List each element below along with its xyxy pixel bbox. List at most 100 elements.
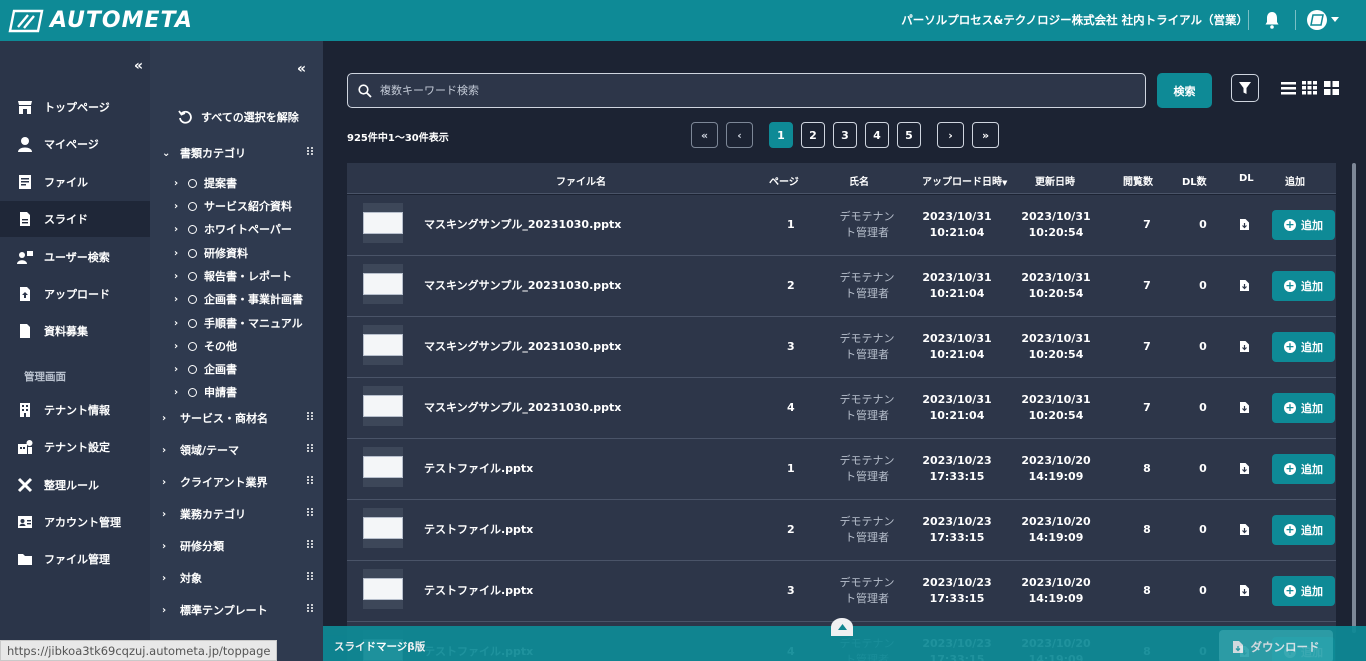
sidebar-item-file[interactable]: ファイル [0,164,150,200]
add-button[interactable]: + 追加 [1272,576,1335,606]
slide-thumbnail[interactable] [363,334,403,356]
table-row[interactable]: テストファイル.pptx 3 デモテナン ト管理者 2023/10/23 17:33:15… [347,561,1336,622]
radio[interactable] [188,271,197,281]
download-icon[interactable] [1240,219,1249,230]
first-page-button[interactable]: « [691,122,718,148]
doc-type-item[interactable]: › ホワイトペーパー [174,221,292,237]
drag-handle-icon[interactable] [306,411,314,421]
drag-handle-icon[interactable] [306,603,314,613]
bell-icon[interactable] [1264,11,1280,29]
sidebar-item-tenant-settings[interactable]: テナント設定 [0,429,150,465]
slide-thumbnail[interactable] [363,578,403,600]
row-filename[interactable]: テストファイル.pptx [424,583,533,599]
category-template[interactable]: › 標準テンプレート [162,602,314,618]
sidebar-item-accounts[interactable]: アカウント管理 [0,504,150,540]
col-uploaded[interactable]: アップロード日時▼ [922,173,1007,188]
doc-type-item[interactable]: › その他 [174,338,237,354]
row-filename[interactable]: マスキングサンプル_20231030.pptx [424,339,621,355]
prev-page-button[interactable]: ‹ [726,122,753,148]
download-icon[interactable] [1240,585,1249,596]
sidebar-item-user-search[interactable]: ユーザー検索 [0,239,150,275]
category-theme[interactable]: › 領域/テーマ [162,442,314,458]
drag-handle-icon[interactable] [306,443,314,453]
doc-type-item[interactable]: › 企画書・事業計画書 [174,291,303,307]
sidebar-item-mypage[interactable]: マイページ [0,126,150,162]
row-filename[interactable]: テストファイル.pptx [424,522,533,538]
row-filename[interactable]: テストファイル.pptx [424,461,533,477]
drag-handle-icon[interactable] [306,475,314,485]
row-filename[interactable]: マスキングサンプル_20231030.pptx [424,217,621,233]
slide-thumbnail[interactable] [363,517,403,539]
add-button[interactable]: + 追加 [1272,332,1335,362]
radio[interactable] [188,318,197,328]
list-view-icon[interactable] [1281,81,1296,95]
clear-all-button[interactable]: すべての選択を解除 [178,109,299,125]
page-button[interactable]: 3 [833,122,857,148]
download-icon[interactable] [1240,402,1249,413]
slide-thumbnail[interactable] [363,212,403,234]
download-button[interactable]: ダウンロード [1219,630,1333,661]
page-button[interactable]: 5 [897,122,921,148]
logo[interactable]: AUTOMETA [8,8,193,33]
slide-thumbnail[interactable] [363,273,403,295]
category-business[interactable]: › 業務カテゴリ [162,506,314,522]
add-button[interactable]: + 追加 [1272,210,1335,240]
sidebar-item-upload[interactable]: アップロード [0,276,150,312]
chevron-down-icon[interactable] [1331,17,1339,22]
drag-handle-icon[interactable] [306,146,314,156]
sidebar-item-top[interactable]: トップページ [0,89,150,125]
next-page-button[interactable]: › [937,122,964,148]
sidebar-item-rules[interactable]: 整理ルール [0,467,150,503]
doc-type-item[interactable]: › 企画書 [174,361,237,377]
filter-collapse-button[interactable]: « [297,61,306,77]
download-icon[interactable] [1240,463,1249,474]
sidebar-item-tenant-info[interactable]: テナント情報 [0,392,150,428]
page-button[interactable]: 1 [769,122,793,148]
category-industry[interactable]: › クライアント業界 [162,474,314,490]
search-button[interactable]: 検索 [1157,73,1212,108]
table-row[interactable]: テストファイル.pptx 2 デモテナン ト管理者 2023/10/23 17:33:15… [347,500,1336,561]
row-filename[interactable]: マスキングサンプル_20231030.pptx [424,278,621,294]
add-button[interactable]: + 追加 [1272,515,1335,545]
filter-button[interactable] [1231,74,1259,102]
grid-view-icon[interactable] [1302,81,1317,95]
table-row[interactable]: マスキングサンプル_20231030.pptx 2 デモテナン ト管理者 2023/10… [347,256,1336,317]
table-row[interactable]: テストファイル.pptx 1 デモテナン ト管理者 2023/10/23 17:33:15… [347,439,1336,500]
add-button[interactable]: + 追加 [1272,454,1335,484]
table-row[interactable]: マスキングサンプル_20231030.pptx 3 デモテナン ト管理者 2023/10… [347,317,1336,378]
sidebar-item-recruit[interactable]: 資料募集 [0,313,150,349]
search-input[interactable] [380,84,1120,97]
add-button[interactable]: + 追加 [1272,271,1335,301]
page-button[interactable]: 4 [865,122,889,148]
last-page-button[interactable]: » [972,122,999,148]
category-training[interactable]: › 研修分類 [162,538,314,554]
download-icon[interactable] [1240,341,1249,352]
slide-thumbnail[interactable] [363,395,403,417]
doc-type-item[interactable]: › 研修資料 [174,245,248,261]
radio[interactable] [188,341,197,351]
download-icon[interactable] [1240,524,1249,535]
merge-bar-toggle[interactable] [831,618,853,636]
radio[interactable] [188,178,197,188]
table-row[interactable]: マスキングサンプル_20231030.pptx 1 デモテナン ト管理者 2023/10… [347,195,1336,256]
drag-handle-icon[interactable] [306,507,314,517]
doc-type-item[interactable]: › サービス紹介資料 [174,198,292,214]
tile-view-icon[interactable] [1324,81,1339,95]
add-button[interactable]: + 追加 [1272,393,1335,423]
sidebar-collapse-button[interactable]: « [134,58,143,74]
radio[interactable] [188,387,197,397]
scrollbar[interactable] [1352,163,1356,633]
slide-thumbnail[interactable] [363,456,403,478]
radio[interactable] [188,201,197,211]
sidebar-item-slide[interactable]: スライド [0,201,150,237]
category-doc-type[interactable]: ⌄ 書類カテゴリ [162,145,314,161]
avatar[interactable] [1307,10,1327,30]
category-service[interactable]: › サービス・商材名 [162,410,314,426]
category-target[interactable]: › 対象 [162,570,314,586]
radio[interactable] [188,224,197,234]
radio[interactable] [188,294,197,304]
doc-type-item[interactable]: › 申請書 [174,384,237,400]
row-filename[interactable]: マスキングサンプル_20231030.pptx [424,400,621,416]
drag-handle-icon[interactable] [306,539,314,549]
table-row[interactable]: マスキングサンプル_20231030.pptx 4 デモテナン ト管理者 2023/10… [347,378,1336,439]
